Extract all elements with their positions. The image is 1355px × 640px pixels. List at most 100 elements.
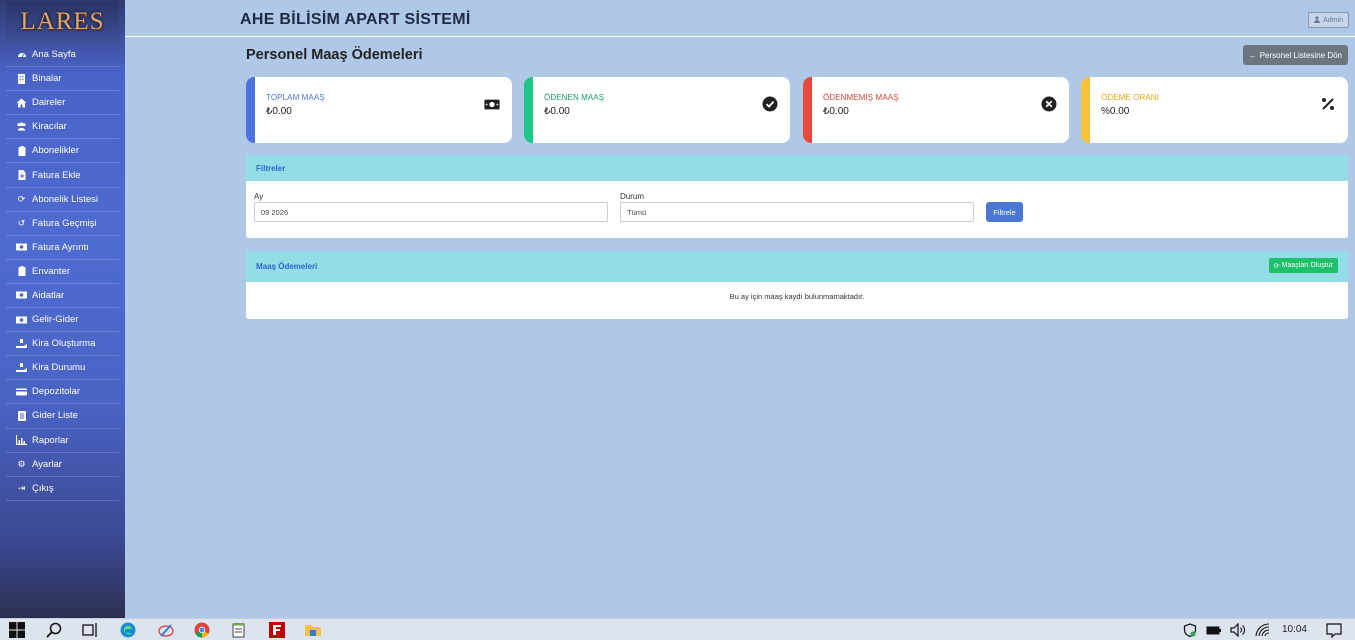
home-icon	[16, 97, 27, 108]
card-value: ₺0.00	[544, 106, 570, 117]
sidebar: LARES Ana Sayfa Binalar Daireler Kiracıl…	[0, 0, 125, 618]
card-accent	[524, 77, 533, 143]
money-bill-icon	[484, 96, 500, 112]
notepad-icon[interactable]	[230, 622, 248, 638]
sidebar-item-ana-sayfa[interactable]: Ana Sayfa	[6, 43, 119, 68]
sidebar-item-raporlar[interactable]: Raporlar	[6, 429, 119, 453]
percent-icon	[1320, 96, 1336, 112]
sidebar-item-label: Çıkış	[32, 482, 54, 494]
filters-title: Filtreler	[246, 155, 1348, 181]
sidebar-item-cikis[interactable]: ⇥ Çıkış	[6, 477, 119, 501]
salary-payments-title: Maaş Ödemeleri	[256, 262, 318, 271]
sidebar-item-label: Raporlar	[32, 434, 69, 446]
battery-icon[interactable]	[1205, 622, 1223, 638]
filter-button[interactable]: Filtrele	[986, 202, 1023, 222]
chart-icon	[16, 435, 27, 446]
card-accent	[1081, 77, 1090, 143]
sidebar-item-label: Kira Oluşturma	[32, 338, 96, 350]
sidebar-item-label: Fatura Geçmişi	[32, 217, 97, 229]
file-plus-icon	[16, 170, 27, 181]
edge-browser-icon[interactable]	[119, 622, 137, 638]
file-explorer-icon[interactable]	[304, 622, 322, 638]
sidebar-item-gider-liste[interactable]: Gider Liste	[6, 404, 119, 429]
filezilla-icon[interactable]	[268, 622, 286, 638]
create-button-label: Maaşları Oluştur	[1281, 262, 1333, 269]
card-label: ÖDEME ORANI	[1101, 93, 1159, 102]
chrome-icon[interactable]	[193, 622, 211, 638]
sidebar-item-abonelikler[interactable]: Abonelikler	[6, 139, 119, 164]
month-input[interactable]: 09 2026	[254, 202, 608, 222]
sidebar-item-fatura-ayrinti[interactable]: Fatura Ayrıntı	[6, 236, 119, 260]
list-icon	[16, 410, 27, 421]
notifications-icon[interactable]	[1325, 622, 1343, 638]
card-label: ÖDENMEMİŞ MAAŞ	[823, 93, 899, 102]
sidebar-item-label: Kira Durumu	[32, 362, 86, 374]
sidebar-item-label: Binalar	[32, 73, 62, 85]
user-menu-button[interactable]: Admin	[1308, 12, 1349, 28]
card-label: TOPLAM MAAŞ	[266, 93, 325, 102]
create-salaries-button[interactable]: ⟳ Maaşları Oluştur	[1268, 258, 1338, 273]
hand-money-icon	[16, 362, 27, 373]
back-button-label: Personel Listesine Dön	[1259, 50, 1342, 60]
sidebar-item-fatura-ekle[interactable]: Fatura Ekle	[6, 163, 119, 188]
logo[interactable]: LARES	[6, 1, 119, 42]
gear-icon: ⚙	[17, 458, 26, 469]
times-circle-icon	[1041, 96, 1057, 112]
volume-icon[interactable]	[1229, 622, 1247, 638]
payment-rate-card: ÖDEME ORANI %0.00	[1081, 77, 1348, 143]
card-accent	[803, 77, 812, 143]
salary-payments-panel: Maaş Ödemeleri ⟳ Maaşları Oluştur Bu ay …	[246, 251, 1348, 319]
money-icon	[16, 314, 27, 325]
card-value: ₺0.00	[823, 106, 849, 117]
money-icon	[16, 242, 27, 253]
total-salary-card: TOPLAM MAAŞ ₺0.00	[246, 77, 512, 143]
sidebar-item-ayarlar[interactable]: ⚙ Ayarlar	[6, 453, 119, 477]
salary-payments-header: Maaş Ödemeleri ⟳ Maaşları Oluştur	[246, 251, 1348, 282]
check-circle-icon	[762, 96, 778, 112]
month-label: Ay	[254, 192, 264, 201]
sidebar-item-label: Gider Liste	[32, 410, 78, 422]
clipboard-icon	[16, 266, 27, 277]
user-name: Admin	[1323, 16, 1343, 24]
card-icon	[16, 386, 27, 397]
arrow-left-icon: ←	[1248, 50, 1257, 60]
top-bar: AHE BİLİSİM APART SİSTEMİ Admin	[125, 0, 1355, 37]
empty-message: Bu ay için maaş kaydı bulunmamaktadır.	[729, 292, 865, 301]
app-title: AHE BİLİSİM APART SİSTEMİ	[240, 11, 471, 28]
search-icon[interactable]	[45, 622, 63, 638]
sidebar-item-daireler[interactable]: Daireler	[6, 91, 119, 116]
windows-start-icon[interactable]	[8, 622, 26, 638]
status-select[interactable]: Tümü	[620, 202, 974, 222]
sidebar-item-label: Aidatlar	[32, 289, 65, 301]
sidebar-item-label: Abonelikler	[32, 145, 79, 157]
sidebar-item-label: Envanter	[32, 265, 71, 277]
hand-money-icon	[16, 338, 27, 349]
sidebar-item-binalar[interactable]: Binalar	[6, 67, 119, 92]
sidebar-item-label: Depozitolar	[32, 386, 81, 398]
wifi-icon[interactable]	[1254, 622, 1272, 638]
paint-tool-icon[interactable]	[157, 622, 175, 638]
card-label: ÖDENEN MAAŞ	[544, 93, 605, 102]
sync-icon: ⟳	[1273, 262, 1280, 270]
sidebar-nav: Ana Sayfa Binalar Daireler Kiracılar Abo…	[0, 43, 125, 501]
sidebar-item-label: Ana Sayfa	[32, 49, 76, 61]
sidebar-item-abonelik-listesi[interactable]: ⟳ Abonelik Listesi	[6, 188, 119, 212]
card-value: ₺0.00	[266, 106, 292, 117]
security-shield-icon[interactable]	[1181, 622, 1199, 638]
sidebar-item-gelir-gider[interactable]: Gelir-Gider	[6, 308, 119, 333]
sidebar-item-kira-durumu[interactable]: Kira Durumu	[6, 356, 119, 381]
back-to-personnel-button[interactable]: ← Personel Listesine Dön	[1242, 45, 1348, 65]
money-icon	[16, 290, 27, 301]
taskbar: 10:04	[0, 618, 1355, 640]
users-icon	[16, 121, 27, 132]
sidebar-item-depozitolar[interactable]: Depozitolar	[6, 380, 119, 405]
paid-salary-card: ÖDENEN MAAŞ ₺0.00	[524, 77, 790, 143]
task-view-icon[interactable]	[81, 622, 99, 638]
sidebar-item-envanter[interactable]: Envanter	[6, 260, 119, 284]
sidebar-item-kira-olusturma[interactable]: Kira Oluşturma	[6, 332, 119, 357]
sidebar-item-aidatlar[interactable]: Aidatlar	[6, 284, 119, 309]
taskbar-clock[interactable]: 10:04	[1282, 624, 1307, 635]
sidebar-item-kiracilar[interactable]: Kiracılar	[6, 115, 119, 140]
sidebar-item-label: Daireler	[32, 97, 66, 109]
sidebar-item-fatura-gecmisi[interactable]: ↺ Fatura Geçmişi	[6, 212, 119, 236]
